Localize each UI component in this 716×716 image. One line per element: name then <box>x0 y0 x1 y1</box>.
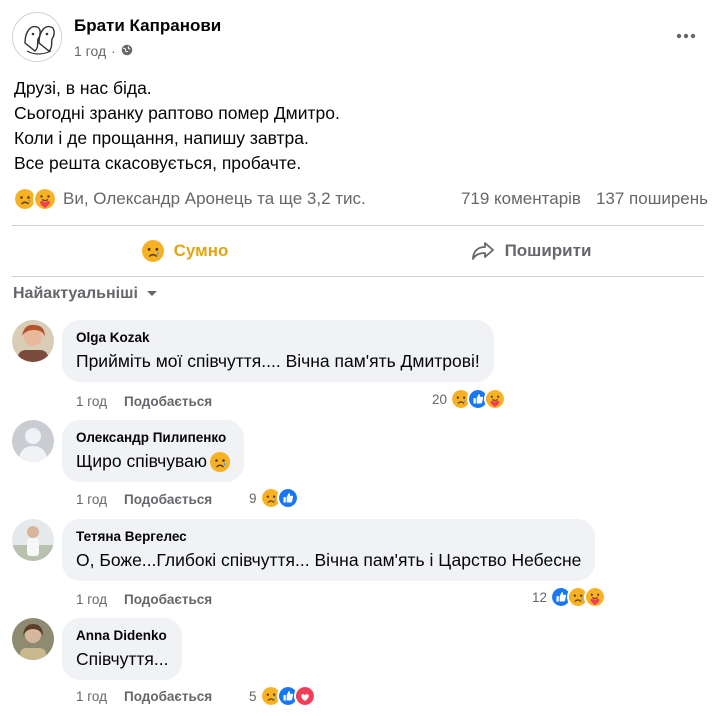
reaction-count: 5 <box>249 688 257 704</box>
sad-reaction-label: Сумно <box>173 241 229 260</box>
comment-reactions[interactable]: 20 <box>432 388 507 410</box>
post-time[interactable]: 1 год <box>74 43 106 59</box>
sad-reaction-icon <box>141 240 164 262</box>
comment-footer: 1 год Подобається <box>76 394 212 409</box>
comment-bubble: Тетяна Вергелес О, Боже...Глибокі співчу… <box>62 519 596 581</box>
comment-bubble: Олександр Пилипенко Щиро співчуваю <box>62 420 244 482</box>
like-button[interactable]: Подобається <box>124 689 212 704</box>
comment-item: Тетяна Вергелес О, Боже...Глибокі співчу… <box>12 519 704 615</box>
comment-text: Щиро співчуваю <box>76 451 230 472</box>
like-reaction-icon <box>276 487 299 509</box>
comment-text-content: О, Боже...Глибокі співчуття... Вічна пам… <box>76 550 582 570</box>
sad-reaction-button[interactable]: Сумно <box>12 226 358 276</box>
avatar[interactable] <box>12 420 54 462</box>
comment-author[interactable]: Тетяна Вергелес <box>76 529 581 544</box>
comment-reactions[interactable]: 5 <box>249 685 316 707</box>
globe-icon <box>121 43 133 59</box>
divider <box>12 276 704 277</box>
comment-text-content: Щиро співчуваю <box>76 451 207 471</box>
reaction-count: 20 <box>432 391 448 407</box>
like-button[interactable]: Подобається <box>124 592 212 607</box>
reactions-stats-row: Ви, Олександр Аронець та ще 3,2 тис. 719… <box>13 184 708 214</box>
comment-item: Olga Kozak Прийміть мої співчуття.... Ві… <box>12 320 704 416</box>
action-bar: Сумно Поширити <box>12 226 704 276</box>
comment-text: Співчуття... <box>76 649 168 670</box>
comment-text-content: Прийміть мої співчуття.... Вічна пам'ять… <box>76 351 480 371</box>
comment-author[interactable]: Олександр Пилипенко <box>76 430 230 445</box>
chevron-down-icon <box>146 291 157 296</box>
comment-bubble: Olga Kozak Прийміть мої співчуття.... Ві… <box>62 320 494 382</box>
comment-reactions[interactable]: 12 <box>532 586 607 608</box>
shares-count[interactable]: 137 поширень <box>596 189 708 209</box>
care-reaction-icon <box>584 586 607 608</box>
comment-time[interactable]: 1 год <box>76 592 107 607</box>
meta-separator: · <box>111 43 116 59</box>
comment-item: Anna Didenko Співчуття... 1 год Подобаєт… <box>12 618 704 714</box>
post-meta: 1 год · <box>74 43 133 59</box>
like-button[interactable]: Подобається <box>124 492 212 507</box>
comment-author[interactable]: Anna Didenko <box>76 628 168 643</box>
post-header: Брати Капранови 1 год · <box>12 12 704 62</box>
comment-footer: 1 год Подобається <box>76 492 212 507</box>
comments-count[interactable]: 719 коментарів <box>461 189 581 209</box>
avatar[interactable] <box>12 618 54 660</box>
care-reaction-icon <box>484 388 507 410</box>
comment-author[interactable]: Olga Kozak <box>76 330 480 345</box>
post-line: Все решта скасовується, пробачте. <box>14 153 302 173</box>
love-reaction-icon <box>293 685 316 707</box>
comment-item: Олександр Пилипенко Щиро співчуваю 1 год… <box>12 420 704 516</box>
comment-text-content: Співчуття... <box>76 649 169 669</box>
more-dots-icon <box>676 33 696 39</box>
like-button[interactable]: Подобається <box>124 394 212 409</box>
share-button[interactable]: Поширити <box>358 226 704 276</box>
comment-text: Прийміть мої співчуття.... Вічна пам'ять… <box>76 351 480 372</box>
comment-footer: 1 год Подобається <box>76 689 212 704</box>
care-reaction-icon <box>33 187 57 211</box>
reaction-count: 9 <box>249 490 257 506</box>
avatar[interactable] <box>12 320 54 362</box>
page-name[interactable]: Брати Капранови <box>74 16 221 36</box>
share-icon <box>471 242 494 260</box>
page-avatar[interactable] <box>12 12 62 62</box>
comment-reactions[interactable]: 9 <box>249 487 299 509</box>
post-line: Сьогодні зранку раптово помер Дмитро. <box>14 103 340 123</box>
more-options-button[interactable] <box>672 22 700 50</box>
post-line: Коли і де прощання, напишу завтра. <box>14 128 309 148</box>
comment-time[interactable]: 1 год <box>76 689 107 704</box>
share-label: Поширити <box>504 241 592 260</box>
comment-sort-dropdown[interactable]: Найактуальніші <box>13 285 158 303</box>
post-text: Друзі, в нас біда. Сьогодні зранку рапто… <box>14 76 702 176</box>
reaction-count: 12 <box>532 589 548 605</box>
comment-bubble: Anna Didenko Співчуття... <box>62 618 183 680</box>
sort-label: Найактуальніші <box>13 285 138 302</box>
post-line: Друзі, в нас біда. <box>14 78 152 98</box>
comment-footer: 1 год Подобається <box>76 592 212 607</box>
comment-time[interactable]: 1 год <box>76 492 107 507</box>
comment-time[interactable]: 1 год <box>76 394 107 409</box>
avatar[interactable] <box>12 519 54 561</box>
reaction-icons[interactable] <box>13 187 57 211</box>
comment-text: О, Боже...Глибокі співчуття... Вічна пам… <box>76 550 581 571</box>
reactions-summary[interactable]: Ви, Олександр Аронець та ще 3,2 тис. <box>63 189 366 209</box>
sad-emoji-icon <box>209 451 230 472</box>
